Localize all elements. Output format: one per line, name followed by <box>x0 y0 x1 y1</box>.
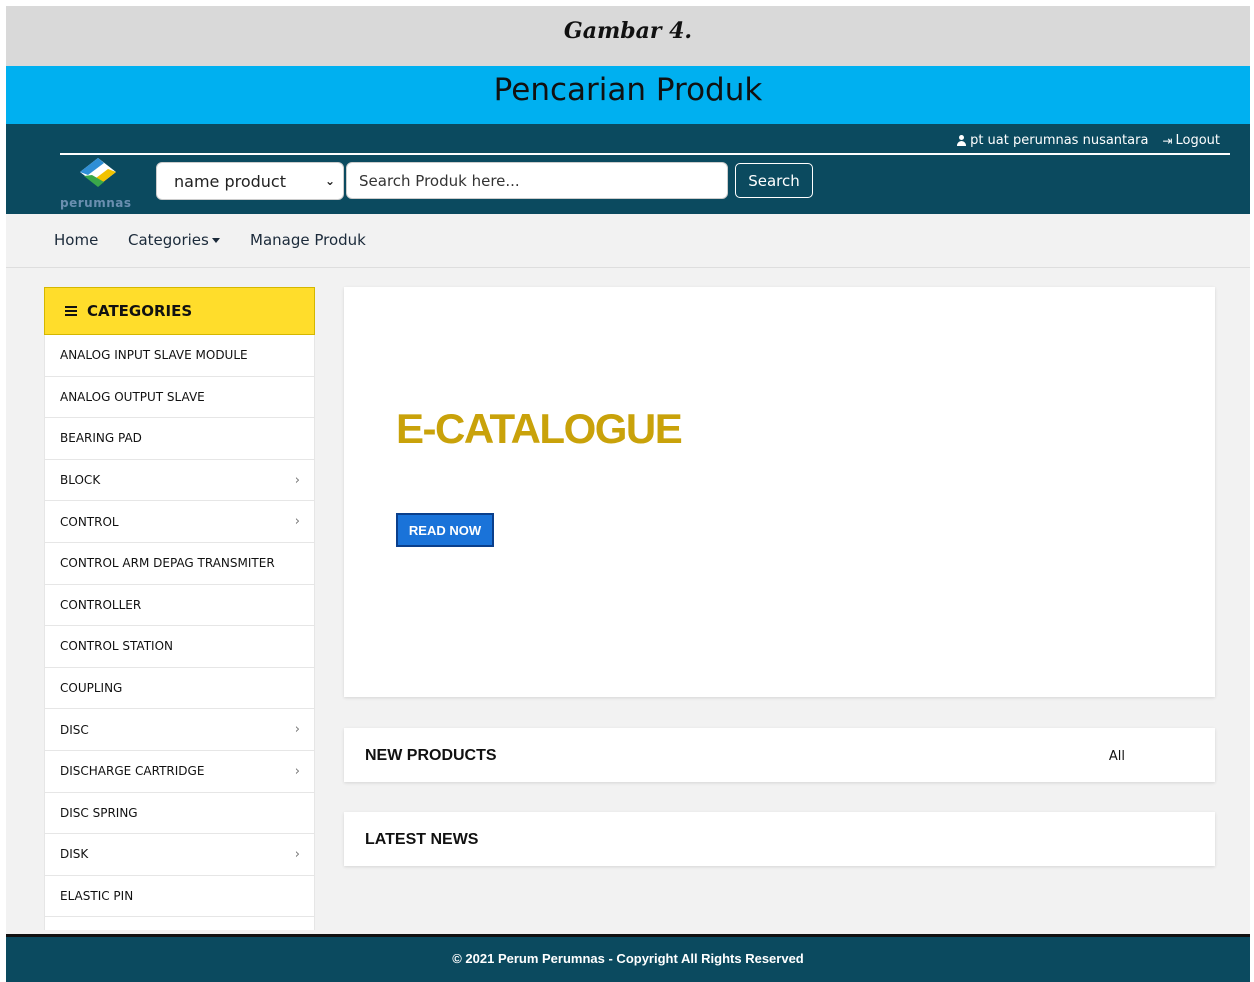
category-label: ANALOG INPUT SLAVE MODULE <box>60 348 248 363</box>
category-item[interactable]: BLOCK › <box>44 459 315 502</box>
latest-news-title: LATEST NEWS <box>365 831 479 848</box>
user-icon <box>956 135 967 146</box>
caret-down-icon <box>211 238 220 243</box>
banner-title: E-CATALOGUE <box>396 405 683 452</box>
categories-title: CATEGORIES <box>87 302 193 320</box>
chevron-right-icon: › <box>294 514 300 530</box>
category-item[interactable]: HOSE ASSEMBLY <box>44 917 315 930</box>
figure-caption: Gambar 4. <box>563 18 693 44</box>
read-now-button[interactable]: READ NOW <box>396 513 494 547</box>
category-label: CONTROL <box>60 514 119 529</box>
categories-sidebar: CATEGORIES ANALOG INPUT SLAVE MODULE ANAL… <box>44 287 315 930</box>
category-item[interactable]: COUPLING <box>44 667 315 710</box>
category-item[interactable]: CONTROL › <box>44 501 315 543</box>
hero-banner: E-CATALOGUE READ NOW <box>344 287 1215 697</box>
logo-text: perumnas <box>60 196 132 210</box>
figure-caption-bar: Gambar 4. <box>6 6 1250 66</box>
chevron-right-icon: › <box>294 722 300 738</box>
category-label: CONTROL ARM DEPAG TRANSMITER <box>60 556 275 571</box>
logout-link[interactable]: ⇥ Logout <box>1162 133 1220 148</box>
perumnas-logo[interactable]: perumnas <box>60 156 140 212</box>
new-products-panel: NEW PRODUCTS All <box>344 728 1215 782</box>
logout-icon: ⇥ <box>1162 133 1173 148</box>
category-label: ELASTIC PIN <box>60 889 134 904</box>
main-nav: Home Categories Manage Produk <box>6 214 1250 268</box>
category-label: COUPLING <box>60 681 123 696</box>
screen-frame: Gambar 4. Pencarian Produk pt uat perumn… <box>6 6 1250 982</box>
logout-label: Logout <box>1175 133 1220 148</box>
category-item[interactable]: DISC › <box>44 709 315 751</box>
category-label: DISC SPRING <box>60 805 138 820</box>
footer: © 2021 Perum Perumnas - Copyright All Ri… <box>6 934 1250 982</box>
menu-icon <box>65 306 77 316</box>
category-label: DISC <box>60 722 89 737</box>
nav-categories[interactable]: Categories <box>128 231 220 249</box>
category-item[interactable]: CONTROL STATION <box>44 626 315 668</box>
category-label: CONTROLLER <box>60 597 142 612</box>
category-label: DISK <box>60 847 89 862</box>
category-label: DISCHARGE CARTRIDGE <box>60 764 205 779</box>
category-label: BEARING PAD <box>60 431 142 446</box>
category-item[interactable]: DISK › <box>44 834 315 876</box>
nav-manage-produk[interactable]: Manage Produk <box>250 231 366 249</box>
footer-copyright: © 2021 Perum Perumnas - Copyright All Ri… <box>452 951 804 966</box>
header-divider <box>60 153 1230 155</box>
chevron-down-icon: ⌄ <box>324 174 335 188</box>
search-select-value: name product <box>174 171 286 191</box>
category-item[interactable]: CONTROL ARM DEPAG TRANSMITER <box>44 542 315 585</box>
page-title-bar: Pencarian Produk <box>6 66 1250 124</box>
search-input[interactable] <box>346 162 728 199</box>
category-label: CONTROL STATION <box>60 639 173 654</box>
category-item[interactable]: DISCHARGE CARTRIDGE › <box>44 750 315 793</box>
chevron-right-icon: › <box>294 763 300 779</box>
all-products-link[interactable]: All <box>1109 749 1125 764</box>
category-list: ANALOG INPUT SLAVE MODULE ANALOG OUTPUT S… <box>44 335 315 930</box>
new-products-title: NEW PRODUCTS <box>365 747 497 764</box>
user-area: pt uat perumnas nusantara ⇥ Logout <box>956 133 1220 148</box>
category-label: ANALOG OUTPUT SLAVE <box>60 389 205 404</box>
nav-categories-label: Categories <box>128 231 209 249</box>
app-header: pt uat perumnas nusantara ⇥ Logout perum… <box>6 124 1250 214</box>
search-button[interactable]: Search <box>735 163 813 198</box>
category-item[interactable]: ANALOG OUTPUT SLAVE <box>44 376 315 419</box>
nav-home[interactable]: Home <box>54 231 98 249</box>
page-title: Pencarian Produk <box>493 72 763 108</box>
category-item[interactable]: BEARING PAD <box>44 418 315 460</box>
category-label: BLOCK <box>60 473 101 488</box>
category-item[interactable]: ANALOG INPUT SLAVE MODULE <box>44 335 315 377</box>
chevron-right-icon: › <box>294 846 300 862</box>
category-item[interactable]: ELASTIC PIN <box>44 875 315 918</box>
logo-icon <box>80 158 116 187</box>
user-account-link[interactable]: pt uat perumnas nusantara <box>956 133 1148 148</box>
category-item[interactable]: CONTROLLER <box>44 584 315 627</box>
search-field-select[interactable]: name product ⌄ <box>156 162 344 200</box>
category-item[interactable]: DISC SPRING <box>44 792 315 835</box>
latest-news-panel: LATEST NEWS <box>344 812 1215 866</box>
chevron-right-icon: › <box>294 472 300 488</box>
user-name: pt uat perumnas nusantara <box>970 133 1149 148</box>
categories-header: CATEGORIES <box>44 287 315 335</box>
